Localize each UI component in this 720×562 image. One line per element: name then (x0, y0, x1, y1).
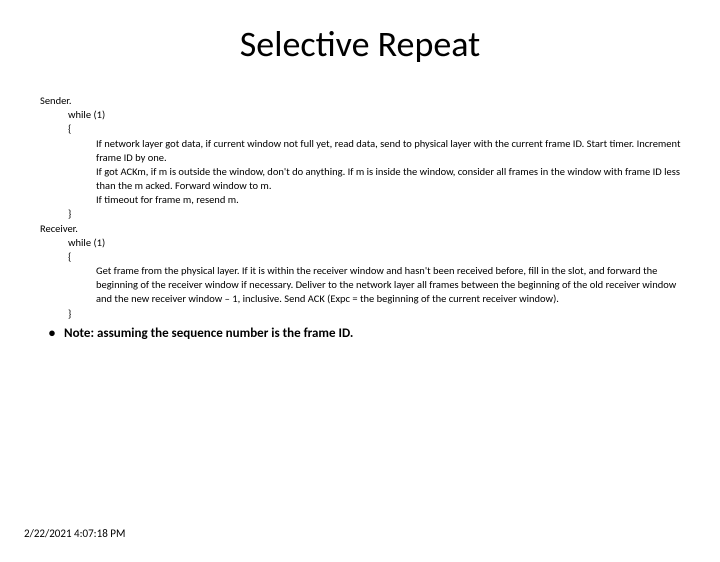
bullet-icon: • (40, 325, 64, 343)
sender-label: Sender. (40, 94, 696, 108)
sender-body-line: If got ACKm, if m is outside the window,… (96, 165, 696, 193)
while-line: while (1) (68, 236, 696, 250)
brace-open: { (68, 250, 696, 264)
sender-body-line: If network layer got data, if current wi… (96, 137, 696, 165)
sender-body-line: If timeout for frame m, resend m. (96, 193, 696, 207)
note-row: •Note: assuming the sequence number is t… (40, 325, 696, 343)
content-block: Sender. while (1) { If network layer got… (0, 94, 720, 342)
brace-close: } (68, 207, 696, 221)
note-text: Note: assuming the sequence number is th… (64, 326, 353, 341)
page-title: Selective Repeat (0, 22, 720, 66)
receiver-label: Receiver. (40, 222, 696, 236)
brace-open: { (68, 122, 696, 136)
receiver-body-line: Get frame from the physical layer. If it… (96, 264, 696, 307)
while-line: while (1) (68, 108, 696, 122)
brace-close: } (68, 307, 696, 321)
footer-timestamp: 2/22/2021 4:07:18 PM (24, 527, 125, 540)
